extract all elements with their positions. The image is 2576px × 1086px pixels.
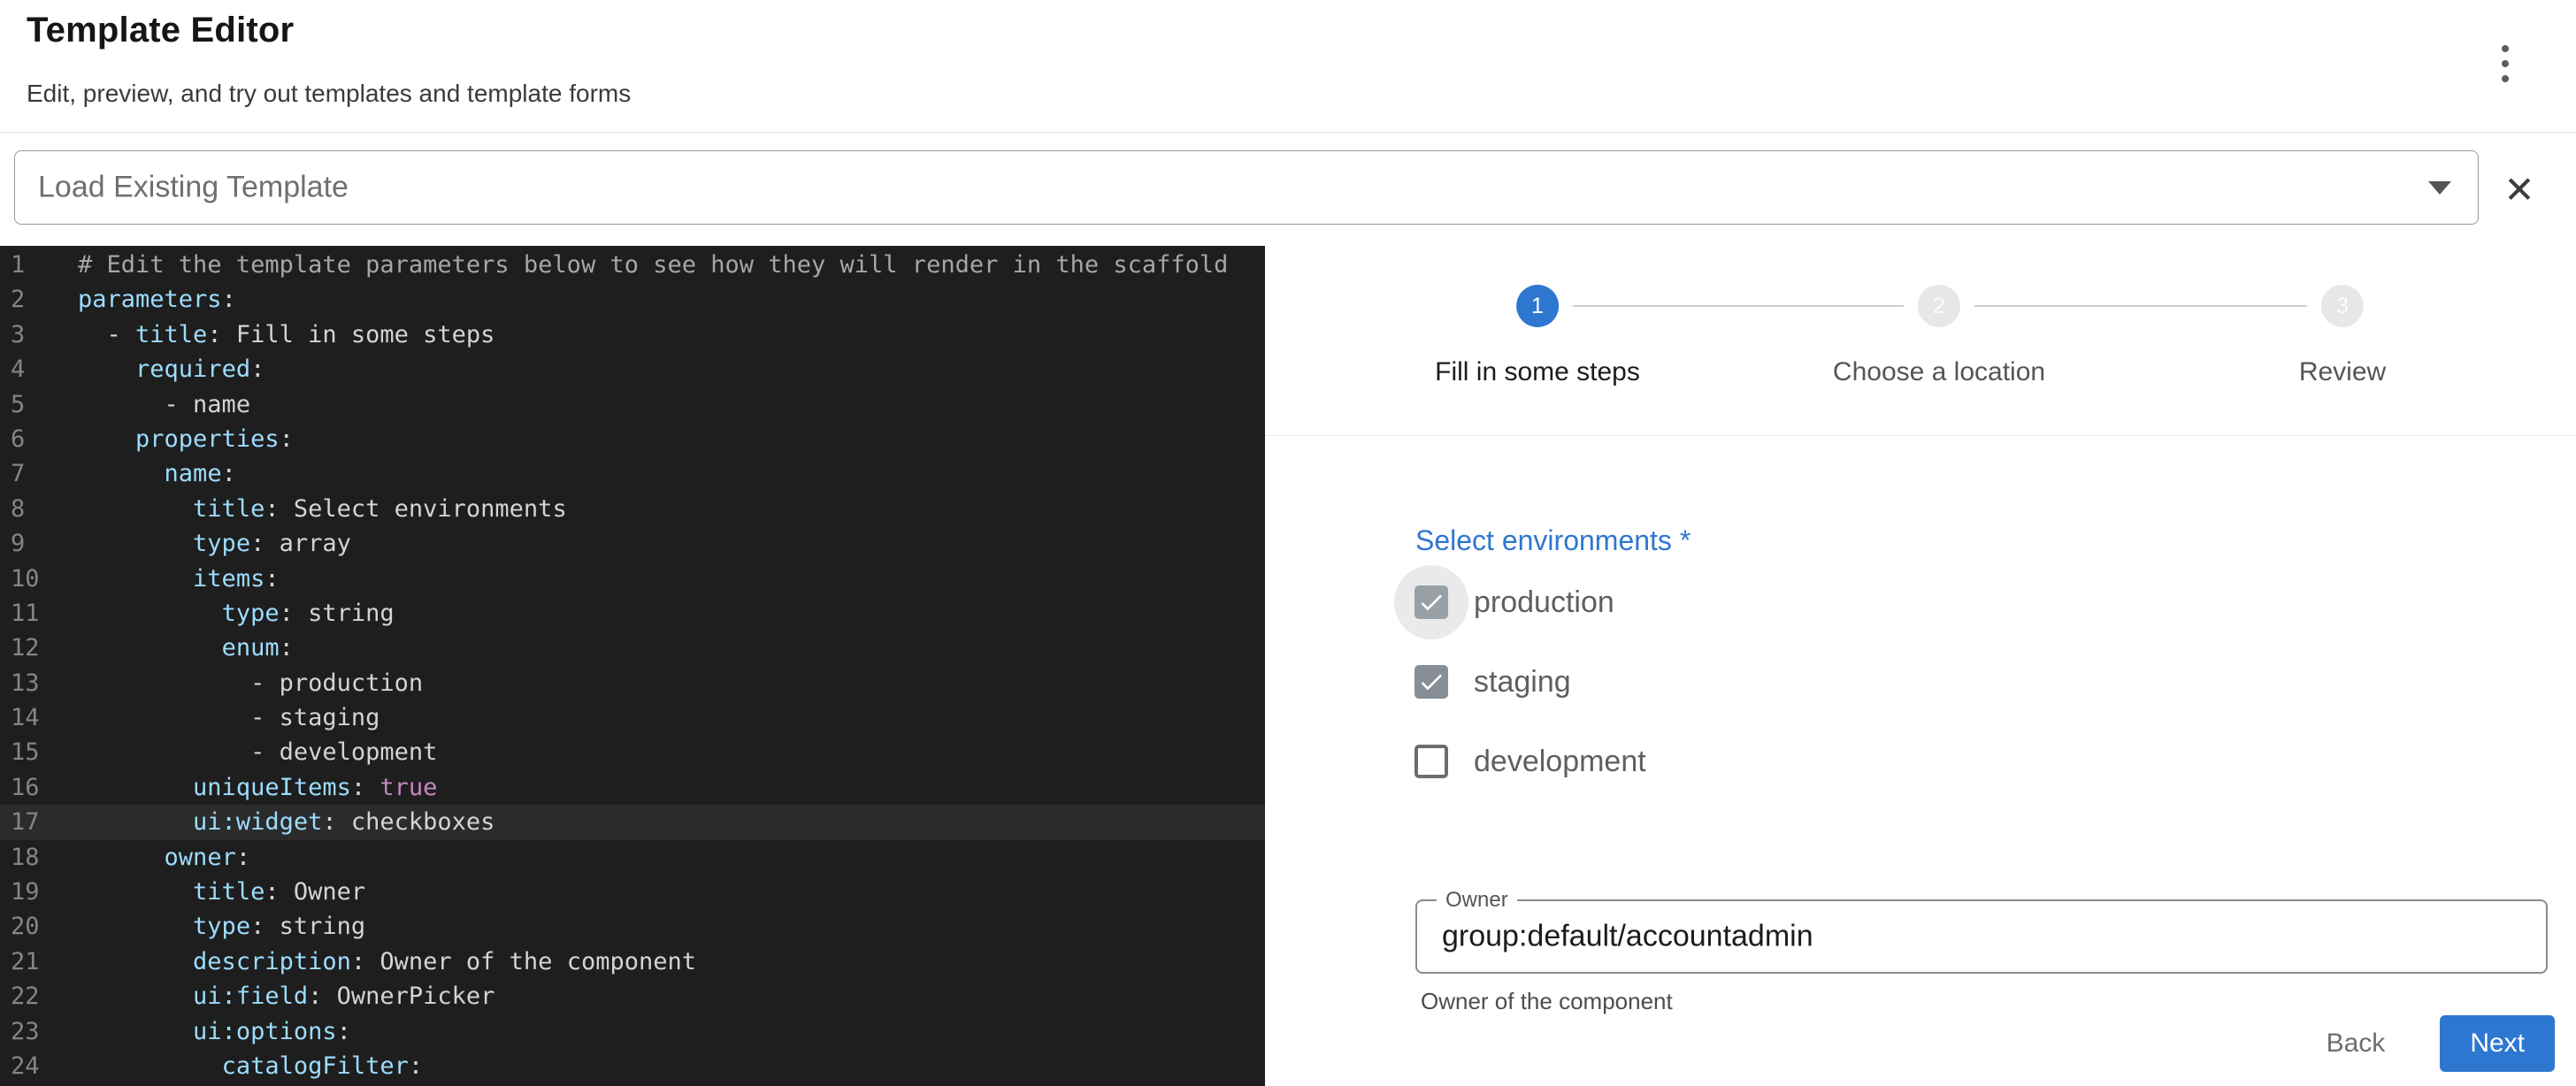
- code-line: 8 title: Select environments: [0, 492, 1265, 526]
- code-line: 11 type: string: [0, 596, 1265, 631]
- page-header: Template Editor Edit, preview, and try o…: [0, 0, 2576, 133]
- checkbox-unchecked-icon[interactable]: [1394, 724, 1468, 799]
- line-number: 8: [0, 492, 55, 526]
- code-lines: 1# Edit the template parameters below to…: [0, 248, 1265, 1083]
- select-placeholder: Load Existing Template: [38, 171, 349, 205]
- stepper-connector: [1974, 305, 2307, 307]
- code-line: 7 name:: [0, 456, 1265, 491]
- owner-field-label: Owner: [1437, 888, 1517, 913]
- code-line: 21 description: Owner of the component: [0, 945, 1265, 979]
- code-line: 15 - development: [0, 735, 1265, 769]
- code-line: 17 ui:widget: checkboxes: [0, 805, 1265, 839]
- code-line: 4 required:: [0, 352, 1265, 386]
- page-title: Template Editor: [27, 11, 294, 50]
- line-number: 6: [0, 422, 55, 456]
- line-number: 18: [0, 840, 55, 875]
- line-number: 4: [0, 352, 55, 386]
- code-line: 18 owner:: [0, 840, 1265, 875]
- line-number: 22: [0, 979, 55, 1013]
- line-number: 13: [0, 666, 55, 700]
- code-line: 2parameters:: [0, 282, 1265, 317]
- line-number: 3: [0, 317, 55, 352]
- code-line: 9 type: array: [0, 526, 1265, 561]
- line-number: 11: [0, 596, 55, 631]
- owner-helper-text: Owner of the component: [1421, 988, 1673, 1015]
- line-number: 20: [0, 909, 55, 944]
- line-number: 10: [0, 562, 55, 596]
- code-line: 20 type: string: [0, 909, 1265, 944]
- environments-checkbox-group: production staging development: [1394, 562, 1646, 801]
- line-number: 24: [0, 1049, 55, 1083]
- line-number: 7: [0, 456, 55, 491]
- code-line: 14 - staging: [0, 700, 1265, 735]
- close-selector-button[interactable]: ✕: [2493, 163, 2546, 216]
- step-2-indicator: 2: [1918, 285, 1960, 327]
- checkbox-option-production[interactable]: production: [1394, 562, 1646, 642]
- template-selector-row: Load Existing Template ✕: [0, 133, 2576, 246]
- line-number: 2: [0, 282, 55, 317]
- line-number: 5: [0, 387, 55, 422]
- chevron-down-icon[interactable]: [2428, 181, 2451, 195]
- code-line: 1# Edit the template parameters below to…: [0, 248, 1265, 282]
- template-form: Select environments * production staging d…: [1265, 435, 2576, 1086]
- close-icon: ✕: [2503, 168, 2534, 211]
- code-line: 16 uniqueItems: true: [0, 770, 1265, 805]
- kebab-menu-icon: [2502, 45, 2509, 52]
- line-number: 19: [0, 875, 55, 909]
- owner-field-value: group:default/accountadmin: [1442, 920, 1813, 954]
- code-line: 19 title: Owner: [0, 875, 1265, 909]
- load-existing-template-select[interactable]: Load Existing Template: [14, 150, 2479, 225]
- select-environments-label: Select environments *: [1415, 524, 1690, 557]
- step-3-label: Review: [2299, 357, 2386, 387]
- owner-input[interactable]: Owner group:default/accountadmin: [1415, 899, 2548, 974]
- code-line: 23 ui:options:: [0, 1014, 1265, 1049]
- code-line: 6 properties:: [0, 422, 1265, 456]
- required-asterisk: *: [1680, 524, 1690, 556]
- stepper-step-fill-in-some-steps: 1 Fill in some steps: [1435, 285, 1640, 387]
- line-number: 17: [0, 805, 55, 839]
- line-number: 15: [0, 735, 55, 769]
- step-3-indicator: 3: [2321, 285, 2364, 327]
- line-number: 12: [0, 631, 55, 665]
- template-code-editor[interactable]: 1# Edit the template parameters below to…: [0, 246, 1265, 1086]
- checkbox-checked-icon[interactable]: [1394, 565, 1468, 639]
- checkbox-label: development: [1474, 745, 1646, 779]
- stepper: 1 Fill in some steps 2 Choose a location…: [1265, 246, 2576, 435]
- code-line: 5 - name: [0, 387, 1265, 422]
- template-preview-panel: 1 Fill in some steps 2 Choose a location…: [1265, 246, 2576, 1086]
- checkbox-label: production: [1474, 585, 1614, 620]
- code-line: 13 - production: [0, 666, 1265, 700]
- code-line: 22 ui:field: OwnerPicker: [0, 979, 1265, 1013]
- back-button[interactable]: Back: [2312, 1016, 2400, 1071]
- line-number: 21: [0, 945, 55, 979]
- checkbox-option-staging[interactable]: staging: [1394, 642, 1646, 722]
- code-line: 3 - title: Fill in some steps: [0, 317, 1265, 352]
- line-number: 9: [0, 526, 55, 561]
- line-number: 23: [0, 1014, 55, 1049]
- code-line: 12 enum:: [0, 631, 1265, 665]
- checkbox-option-development[interactable]: development: [1394, 722, 1646, 801]
- page-subtitle: Edit, preview, and try out templates and…: [27, 80, 631, 108]
- overflow-menu-button[interactable]: [2479, 37, 2532, 90]
- line-number: 14: [0, 700, 55, 735]
- code-line: 10 items:: [0, 562, 1265, 596]
- line-number: 16: [0, 770, 55, 805]
- stepper-step-review: 3 Review: [2299, 285, 2386, 387]
- step-2-label: Choose a location: [1833, 357, 2045, 387]
- line-number: 1: [0, 248, 55, 282]
- checkbox-checked-icon[interactable]: [1394, 645, 1468, 719]
- stepper-step-choose-a-location: 2 Choose a location: [1833, 285, 2045, 387]
- code-line: 24 catalogFilter:: [0, 1049, 1265, 1083]
- step-1-indicator: 1: [1516, 285, 1559, 327]
- checkbox-label: staging: [1474, 665, 1571, 700]
- step-1-label: Fill in some steps: [1435, 357, 1640, 387]
- form-actions: Back Next: [2312, 1015, 2555, 1072]
- next-button[interactable]: Next: [2440, 1015, 2555, 1072]
